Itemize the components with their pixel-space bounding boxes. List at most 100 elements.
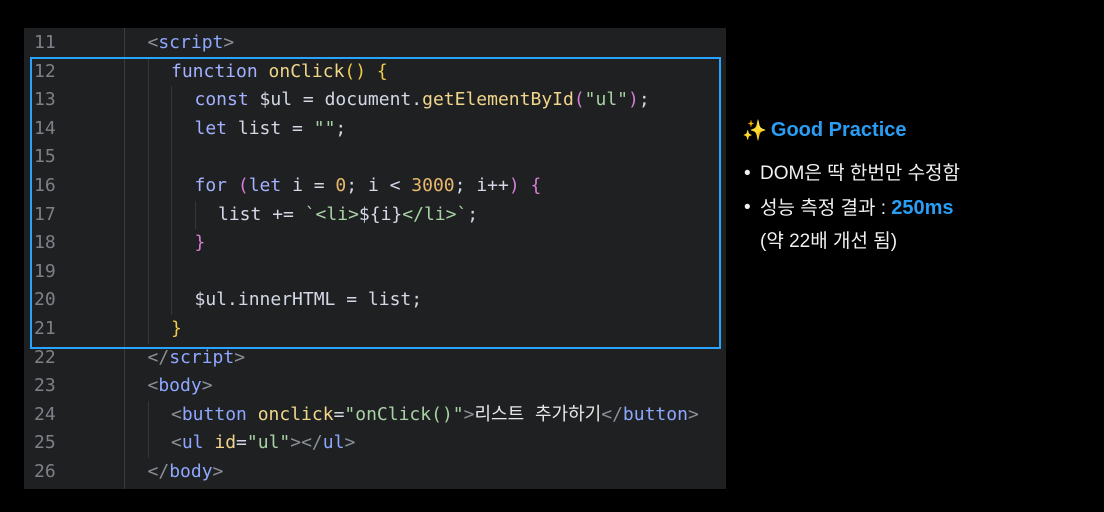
code-token: button [181, 403, 258, 425]
code-token: 3000 [411, 175, 455, 196]
code-token: for [194, 175, 238, 196]
code-token: let [248, 175, 293, 196]
code-token: "" [313, 117, 336, 139]
code-text: } [195, 229, 206, 258]
code-text: function onClick() { [171, 58, 388, 87]
code-token: list [218, 203, 262, 225]
code-token: } [171, 318, 182, 339]
indent-guide [171, 86, 172, 115]
code-token: id [214, 432, 237, 454]
code-line: 20 $ul.innerHTML = list; [24, 286, 726, 315]
line-number: 18 [34, 232, 56, 254]
code-token: </ [601, 403, 623, 425]
code-token: onclick [257, 403, 334, 425]
code-text: $ul.innerHTML = list; [195, 286, 423, 315]
line-number: 13 [34, 89, 56, 111]
code-token: $ul [194, 289, 228, 311]
code-token: ) [628, 89, 639, 111]
code-token: = [335, 289, 368, 311]
code-text: } [171, 315, 182, 344]
line-number: 12 [34, 60, 56, 82]
code-text: <button onclick="onClick()">리스트 추가하기</bu… [171, 401, 699, 430]
code-token: innerHTML [237, 289, 336, 311]
code-token: ; [467, 203, 479, 225]
code-token: < [171, 432, 182, 454]
line-number: 20 [34, 289, 56, 311]
code-token: "ul" [246, 432, 291, 454]
code-line: 19 [24, 257, 726, 287]
code-token: const [194, 89, 260, 111]
code-text: const $ul = document.getElementById("ul"… [195, 86, 650, 115]
code-token: ( [573, 89, 585, 111]
code-token: () [344, 60, 377, 82]
code-line: 24 <button onclick="onClick()">리스트 추가하기</… [24, 400, 726, 430]
sparkle-icon: ✨ [742, 120, 767, 142]
code-token: = [281, 117, 314, 139]
code-token: "ul" [584, 89, 629, 111]
indent-guide [171, 286, 172, 315]
indent-guide [194, 200, 196, 230]
bullet-dot: • [744, 163, 751, 184]
bullet-item: • 성능 측정 결과 : 250ms [742, 191, 1092, 225]
line-number: 24 [34, 403, 56, 425]
code-token: function [171, 60, 269, 82]
code-text: <script> [148, 29, 235, 58]
indent-guide [171, 172, 172, 201]
code-token: </ [147, 461, 170, 482]
indent-guide [147, 315, 149, 344]
code-token: list [237, 117, 282, 139]
code-token: onClick [268, 60, 345, 82]
line-number: 25 [34, 432, 56, 454]
code-token: > [687, 403, 699, 425]
indent-guide [171, 114, 172, 144]
indent-guide [147, 114, 149, 144]
code-token: > [463, 403, 475, 425]
bullet-text: DOM은 딱 한번만 수정함 [760, 163, 961, 184]
code-token: `<li> [304, 203, 359, 225]
code-line: 17 list += `<li>${i}</li>`; [24, 200, 726, 230]
indent-guide [171, 143, 172, 172]
code-token: < [171, 403, 182, 425]
code-token: body [169, 461, 213, 482]
code-token: > [344, 432, 356, 454]
indent-guide [147, 286, 149, 315]
indent-guide [147, 229, 149, 258]
code-token: = [333, 403, 345, 425]
code-text: </script> [148, 344, 246, 373]
indent-guide [171, 200, 172, 230]
code-token: script [169, 346, 235, 368]
code-line: 14 let list = ""; [24, 114, 726, 144]
code-line: 12 function onClick() { [24, 57, 726, 87]
indent-guide [147, 400, 149, 430]
indent-guide [147, 200, 149, 230]
code-token: ${i} [358, 203, 403, 225]
perf-value: 250ms [891, 197, 954, 219]
code-token: "onClick()" [344, 403, 464, 425]
code-token: < [147, 32, 159, 53]
line-number: 22 [34, 346, 56, 368]
code-token: < [147, 375, 159, 397]
code-token: i [292, 175, 303, 196]
code-line: 23 <body> [24, 372, 726, 401]
code-line: 11 <script> [24, 29, 726, 58]
line-number: 14 [34, 117, 56, 139]
panel-title: ✨ Good Practice [742, 118, 1092, 143]
line-number: 16 [34, 175, 56, 196]
line-number: 21 [34, 318, 56, 339]
code-token: ; i++ [454, 175, 509, 196]
code-token: 0 [335, 175, 347, 196]
code-token: > [234, 346, 246, 368]
indent-guide [147, 172, 149, 201]
code-line: 13 const $ul = document.getElementById("u… [24, 86, 726, 115]
code-token: ; [638, 89, 650, 111]
code-token: ( [237, 175, 249, 196]
code-token: getElementById [422, 89, 574, 111]
code-text: for (let i = 0; i < 3000; i++) { [195, 172, 542, 201]
code-token: += [261, 203, 305, 225]
code-token: ul [322, 432, 345, 454]
code-token: let [194, 117, 238, 139]
code-line: 21} [24, 315, 726, 344]
code-token: ul [181, 432, 215, 454]
indent-guide [147, 257, 149, 287]
code-line: 26 </body> [24, 458, 726, 487]
